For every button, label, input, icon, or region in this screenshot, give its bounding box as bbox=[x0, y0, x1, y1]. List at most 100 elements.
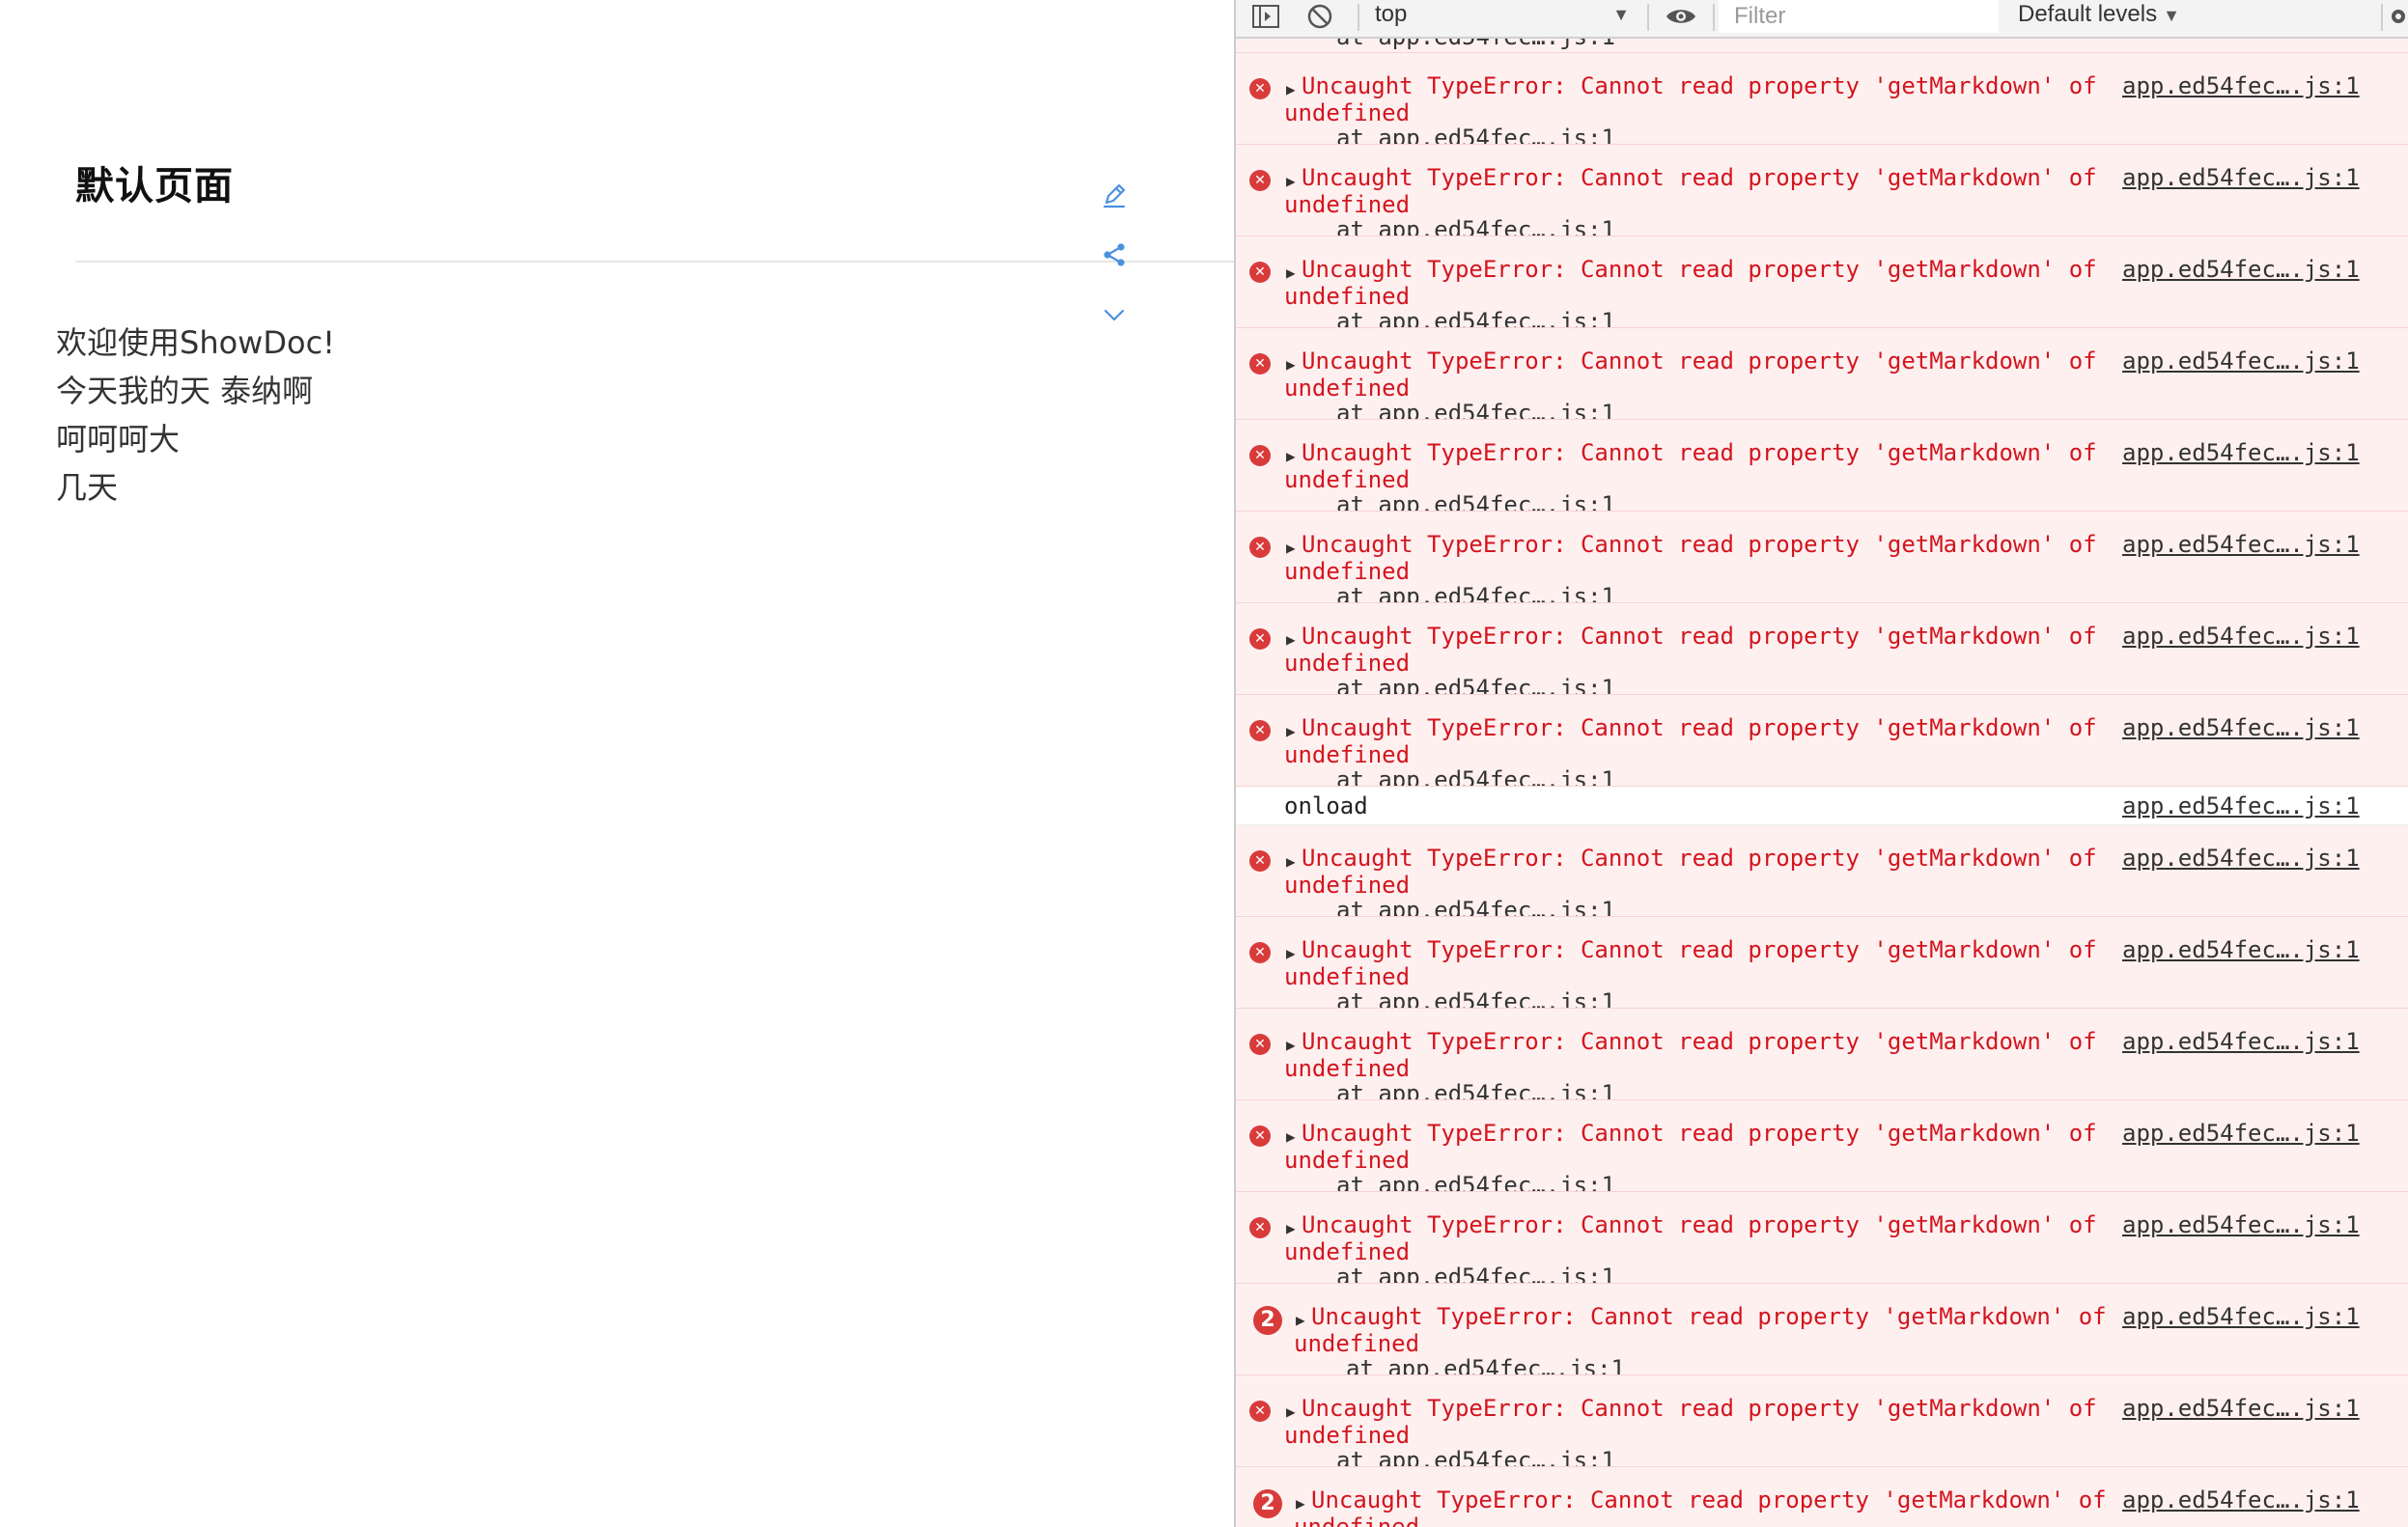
source-link[interactable]: app.ed54fec….js:1 bbox=[2122, 531, 2360, 558]
error-icon: ✕ bbox=[1249, 78, 1271, 99]
expand-button[interactable] bbox=[1097, 297, 1132, 332]
source-link[interactable]: app.ed54fec….js:1 bbox=[2122, 164, 2360, 191]
sidebar-toggle-button[interactable] bbox=[1249, 0, 1282, 33]
console-error-message[interactable]: ✕ ▶ Uncaught TypeError: Cannot read proper… bbox=[1236, 695, 2408, 787]
expand-triangle-icon[interactable]: ▶ bbox=[1286, 1401, 1296, 1424]
live-expression-button[interactable] bbox=[1657, 0, 1705, 33]
stack-trace-link[interactable]: app.ed54fec….js:1 bbox=[1387, 1355, 1625, 1374]
stack-trace-line: at app.ed54fec….js:1 bbox=[1336, 1172, 1615, 1191]
stack-trace-link[interactable]: app.ed54fec….js:1 bbox=[1378, 583, 1615, 602]
stack-trace-link[interactable]: app.ed54fec….js:1 bbox=[1378, 988, 1615, 1008]
source-link[interactable]: app.ed54fec….js:1 bbox=[2122, 1028, 2360, 1055]
expand-triangle-icon[interactable]: ▶ bbox=[1286, 445, 1296, 468]
console-error-message[interactable]: ✕ ▶ Uncaught TypeError: Cannot read proper… bbox=[1236, 145, 2408, 236]
stack-trace-link[interactable]: app.ed54fec….js:1 bbox=[1378, 400, 1615, 419]
expand-triangle-icon[interactable]: ▶ bbox=[1286, 628, 1296, 652]
expand-triangle-icon[interactable]: ▶ bbox=[1286, 942, 1296, 965]
toolbar-separator bbox=[1647, 4, 1649, 31]
stack-trace-line: at app.ed54fec….js:1 bbox=[1336, 400, 1615, 419]
content-line: 呵呵呵大 bbox=[56, 421, 181, 458]
expand-triangle-icon[interactable]: ▶ bbox=[1286, 353, 1296, 376]
error-text: Uncaught TypeError: Cannot read property… bbox=[1302, 845, 2097, 872]
error-icon: ✕ bbox=[1249, 1401, 1271, 1422]
clear-console-button[interactable] bbox=[1303, 0, 1336, 33]
error-text-continued: undefined bbox=[1284, 99, 1411, 126]
source-link[interactable]: app.ed54fec….js:1 bbox=[2122, 347, 2360, 375]
expand-triangle-icon[interactable]: ▶ bbox=[1286, 262, 1296, 285]
stack-trace-link[interactable]: app.ed54fec….js:1 bbox=[1378, 897, 1615, 916]
stack-trace-link[interactable]: app.ed54fec….js:1 bbox=[1378, 766, 1615, 786]
console-error-message[interactable]: ✕ ▶ Uncaught TypeError: Cannot read proper… bbox=[1236, 328, 2408, 420]
source-link[interactable]: app.ed54fec….js:1 bbox=[2122, 936, 2360, 963]
source-link[interactable]: app.ed54fec….js:1 bbox=[2122, 72, 2360, 99]
console-error-message[interactable]: ✕ ▶ Uncaught TypeError: Cannot read proper… bbox=[1236, 420, 2408, 512]
context-select[interactable]: top ▼ bbox=[1371, 0, 1638, 33]
console-error-message[interactable]: ✕ ▶ Uncaught TypeError: Cannot read proper… bbox=[1236, 917, 2408, 1009]
expand-triangle-icon[interactable]: ▶ bbox=[1286, 170, 1296, 193]
console-error-message[interactable]: ✕ ▶ Uncaught TypeError: Cannot read proper… bbox=[1236, 603, 2408, 695]
source-link[interactable]: app.ed54fec….js:1 bbox=[2122, 1211, 2360, 1238]
console-error-message[interactable]: ✕ ▶ Uncaught TypeError: Cannot read proper… bbox=[1236, 1100, 2408, 1192]
console-settings-button[interactable] bbox=[2387, 0, 2408, 33]
stack-trace-link[interactable]: app.ed54fec….js:1 bbox=[1378, 216, 1615, 236]
expand-triangle-icon[interactable]: ▶ bbox=[1286, 1125, 1296, 1149]
console-error-message[interactable]: ✕ ▶ Uncaught TypeError: Cannot read proper… bbox=[1236, 1192, 2408, 1284]
console-error-message[interactable]: 2 ▶ Uncaught TypeError: Cannot read proper… bbox=[1236, 1284, 2408, 1375]
expand-triangle-icon[interactable]: ▶ bbox=[1286, 1217, 1296, 1240]
console-log-message[interactable]: onload app.ed54fec….js:1 bbox=[1236, 787, 2408, 825]
expand-triangle-icon[interactable]: ▶ bbox=[1286, 1034, 1296, 1057]
error-icon: ✕ bbox=[1249, 537, 1271, 558]
error-icon: ✕ bbox=[1249, 942, 1271, 963]
log-levels-dropdown[interactable]: Default levels ▼ bbox=[2018, 0, 2180, 33]
doc-action-bar bbox=[1097, 178, 1132, 357]
stack-trace-link[interactable]: app.ed54fec….js:1 bbox=[1378, 1172, 1615, 1191]
source-link[interactable]: app.ed54fec….js:1 bbox=[2122, 845, 2360, 872]
source-link[interactable]: app.ed54fec….js:1 bbox=[2122, 1395, 2360, 1422]
share-button[interactable] bbox=[1097, 237, 1132, 272]
console-error-message[interactable]: ✕ ▶ Uncaught TypeError: Cannot read proper… bbox=[1236, 512, 2408, 603]
console-error-message[interactable]: ✕ ▶ Uncaught TypeError: Cannot read proper… bbox=[1236, 53, 2408, 145]
console-messages[interactable]: at app.ed54fec….js:1 ✕▶Uncaught TypeErro… bbox=[1236, 39, 2408, 1527]
expand-triangle-icon[interactable]: ▶ bbox=[1296, 1309, 1305, 1332]
toolbar-separator bbox=[1713, 4, 1715, 31]
filter-input[interactable] bbox=[1719, 0, 1999, 33]
sidebar-toggle-icon bbox=[1252, 5, 1279, 28]
console-error-message[interactable]: 2 ▶ Uncaught TypeError: Cannot read proper… bbox=[1236, 1467, 2408, 1527]
error-text-continued: undefined bbox=[1284, 283, 1411, 310]
stack-trace-link[interactable]: app.ed54fec….js:1 bbox=[1378, 1080, 1615, 1099]
stack-trace-link[interactable]: app.ed54fec….js:1 bbox=[1378, 491, 1615, 511]
stack-trace-link[interactable]: app.ed54fec….js:1 bbox=[1378, 308, 1615, 327]
source-link[interactable]: app.ed54fec….js:1 bbox=[2122, 439, 2360, 466]
expand-triangle-icon[interactable]: ▶ bbox=[1286, 537, 1296, 560]
error-text-continued: undefined bbox=[1284, 375, 1411, 402]
stack-trace-link[interactable]: app.ed54fec….js:1 bbox=[1378, 1447, 1615, 1466]
console-error-message[interactable]: ✕ ▶ Uncaught TypeError: Cannot read proper… bbox=[1236, 1375, 2408, 1467]
console-error-message[interactable]: ✕ ▶ Uncaught TypeError: Cannot read proper… bbox=[1236, 236, 2408, 328]
source-link[interactable]: app.ed54fec….js:1 bbox=[2122, 1486, 2360, 1513]
stack-trace-link[interactable]: app.ed54fec….js:1 bbox=[1378, 675, 1615, 694]
source-link[interactable]: app.ed54fec….js:1 bbox=[2122, 792, 2360, 819]
stack-at-label: at bbox=[1336, 1447, 1379, 1467]
expand-triangle-icon[interactable]: ▶ bbox=[1286, 850, 1296, 874]
error-text-continued: undefined bbox=[1284, 558, 1411, 585]
error-text: Uncaught TypeError: Cannot read property… bbox=[1302, 164, 2097, 191]
expand-triangle-icon[interactable]: ▶ bbox=[1296, 1492, 1305, 1515]
error-text-continued: undefined bbox=[1284, 872, 1411, 899]
source-link[interactable]: app.ed54fec….js:1 bbox=[2122, 714, 2360, 741]
source-link[interactable]: app.ed54fec….js:1 bbox=[2122, 1303, 2360, 1330]
edit-button[interactable] bbox=[1097, 178, 1132, 212]
source-link[interactable]: app.ed54fec….js:1 bbox=[2122, 256, 2360, 283]
source-link[interactable]: app.ed54fec….js:1 bbox=[2122, 1120, 2360, 1147]
stack-trace-link[interactable]: app.ed54fec….js:1 bbox=[1378, 125, 1615, 144]
stack-trace-line: at app.ed54fec….js:1 bbox=[1336, 583, 1615, 602]
stack-trace-line: at app.ed54fec….js:1 bbox=[1336, 39, 1615, 50]
error-text: Uncaught TypeError: Cannot read property… bbox=[1302, 714, 2097, 741]
stack-trace-link[interactable]: app.ed54fec….js:1 bbox=[1378, 1263, 1615, 1283]
expand-triangle-icon[interactable]: ▶ bbox=[1286, 720, 1296, 743]
expand-triangle-icon[interactable]: ▶ bbox=[1286, 78, 1296, 101]
console-error-message[interactable]: ✕ ▶ Uncaught TypeError: Cannot read proper… bbox=[1236, 825, 2408, 917]
console-error-message[interactable]: ✕ ▶ Uncaught TypeError: Cannot read proper… bbox=[1236, 1009, 2408, 1100]
stack-trace-line: at app.ed54fec….js:1 bbox=[1336, 125, 1615, 144]
stack-at-label: at bbox=[1346, 1355, 1388, 1375]
source-link[interactable]: app.ed54fec….js:1 bbox=[2122, 623, 2360, 650]
